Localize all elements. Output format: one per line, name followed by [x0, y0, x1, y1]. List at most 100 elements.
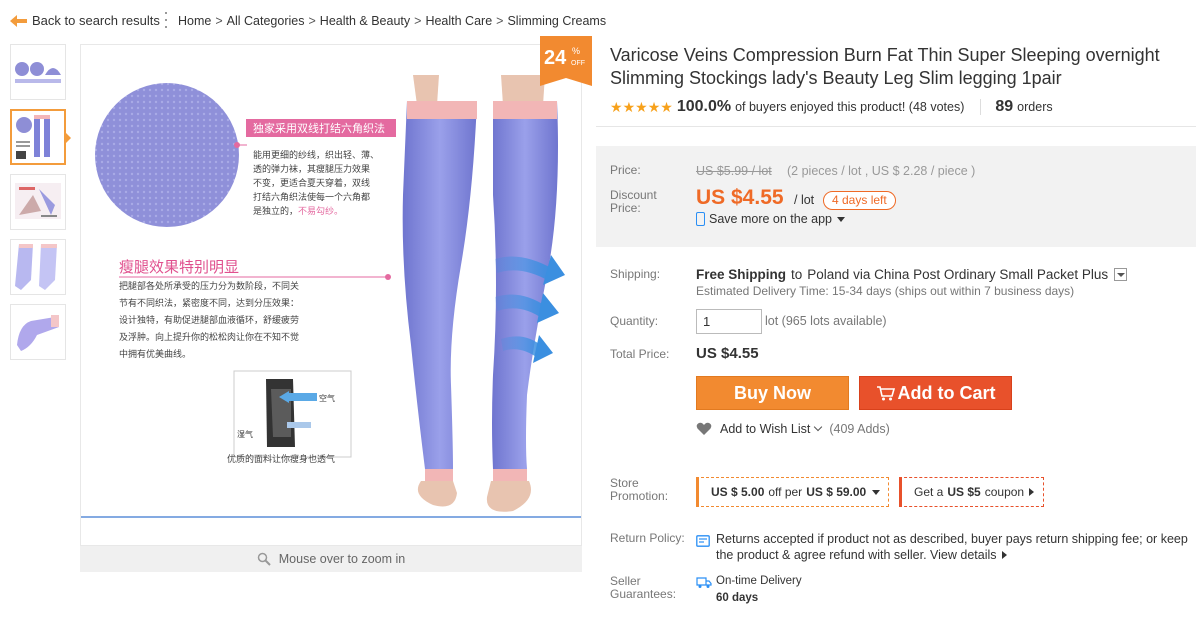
- nav-separator: [164, 12, 167, 28]
- rating-row: ★ ★ ★ ★ ★ 100.0% of buyers enjoyed this prod…: [610, 98, 1053, 116]
- free-shipping-text: Free Shipping: [696, 267, 787, 282]
- shipping-dropdown-icon[interactable]: [1114, 268, 1128, 281]
- divider: [980, 99, 982, 115]
- store-promotion-label: Store Promotion:: [610, 476, 669, 503]
- badge-off: OFF: [571, 60, 585, 67]
- callout-line-5: 是独立的，不易勾纱。: [253, 205, 343, 217]
- view-details-label: View details: [930, 548, 997, 562]
- app-savings-dropdown[interactable]: Save more on the app: [696, 212, 845, 226]
- quantity-available: lot (965 lots available): [765, 314, 887, 328]
- star-icon: ★: [610, 99, 623, 115]
- original-price: US $5.99 / lot: [696, 164, 772, 178]
- chevron-down-icon: [872, 489, 881, 495]
- wishlist-adds-count: (409 Adds): [829, 422, 890, 436]
- thumbnail-image: [15, 244, 57, 290]
- wishlist-label: Add to Wish List: [720, 422, 811, 436]
- return-policy-label: Return Policy:: [610, 531, 685, 545]
- thumbnail-image: [17, 315, 59, 351]
- thumbnail-2[interactable]: [10, 109, 66, 165]
- promo-discount-amount: US $ 5.00: [711, 485, 765, 499]
- rating-stars: ★ ★ ★ ★ ★: [610, 100, 673, 114]
- callout-line-4: 打结六角织法使每一个六角都: [253, 191, 370, 203]
- chevron-down-icon: [814, 422, 823, 432]
- per-piece-price: (2 pieces / lot , US $ 2.28 / piece ): [787, 164, 976, 178]
- breadcrumb-sep: >: [308, 14, 316, 28]
- thumbnail-image: [15, 62, 61, 83]
- chevron-right-icon: [1029, 488, 1035, 496]
- rating-text[interactable]: of buyers enjoyed this product! (48 vote…: [735, 100, 964, 114]
- body-line-1: 把腿部各处所承受的压力分为数阶段，不同关: [119, 280, 299, 292]
- truck-icon: [696, 577, 712, 588]
- phone-icon: [696, 212, 705, 226]
- add-to-cart-button[interactable]: Add to Cart: [859, 376, 1012, 410]
- price-label: Price:: [610, 163, 641, 177]
- callout-line-5a: 是独立的，: [253, 205, 298, 217]
- body-line-5: 中拥有优美曲线。: [119, 348, 191, 360]
- body-line-2: 节有不同织法，紧密度不同，达到分压效果：: [119, 297, 299, 309]
- product-photo: 独家采用双线打结六角织法 能用更细的纱线，织出轻、薄、 透的弹力袜，其瘦腿压力效…: [81, 75, 581, 518]
- fabric-caption: 优质的面料让你瘦身也透气: [227, 453, 335, 465]
- buy-now-button[interactable]: Buy Now: [696, 376, 849, 410]
- breadcrumb: Home > All Categories > Health & Beauty > Heal…: [178, 14, 606, 28]
- zoom-hint-text: Mouse over to zoom in: [278, 552, 406, 566]
- return-icon: [696, 535, 710, 547]
- zoom-hint-bar: Mouse over to zoom in: [80, 546, 582, 572]
- chevron-down-icon: [837, 216, 845, 222]
- quantity-input[interactable]: [696, 309, 762, 334]
- callout-title-text: 独家采用双线打结六角织法: [253, 121, 385, 135]
- return-policy-text: Returns accepted if product not as descr…: [716, 531, 1196, 563]
- thumbnail-1[interactable]: [10, 44, 66, 100]
- delivery-estimate: Estimated Delivery Time: 15-34 days (shi…: [696, 284, 1075, 298]
- star-icon: ★: [635, 99, 648, 115]
- thumbnail-image: [16, 115, 50, 159]
- air-label: 空气: [319, 393, 335, 403]
- total-price: US $4.55: [696, 345, 759, 362]
- body-line-4: 及浮肿。向上提升你的松松肉让你在不知不觉: [119, 331, 299, 343]
- shipping-label: Shipping:: [610, 267, 661, 281]
- callout-pink: 不易勾纱。: [298, 205, 343, 217]
- store-promotion-dropdown[interactable]: US $ 5.00 off per US $ 59.00: [696, 477, 889, 507]
- shipping-destination[interactable]: Poland via China Post Ordinary Small Pac…: [807, 267, 1108, 282]
- heart-icon: [696, 422, 712, 435]
- promo-mid-text: off per: [768, 485, 803, 499]
- active-thumbnail-caret: [66, 133, 71, 143]
- divider: [596, 126, 1196, 127]
- breadcrumb-slimming-creams[interactable]: Slimming Creams: [507, 14, 606, 28]
- back-arrow-icon: [10, 14, 27, 27]
- badge-percent-sign: %: [572, 46, 580, 56]
- discount-badge: 24 % OFF: [540, 36, 592, 86]
- total-price-label: Total Price:: [610, 347, 670, 361]
- coupon-suffix: coupon: [984, 485, 1025, 499]
- callout-line-2: 透的弹力袜，其瘦腿压力效果: [253, 163, 370, 175]
- back-to-search-link[interactable]: Back to search results: [10, 13, 160, 28]
- view-details-link[interactable]: View details: [930, 548, 1007, 562]
- thumbnail-list: [10, 44, 67, 369]
- thumbnail-4[interactable]: [10, 239, 66, 295]
- breadcrumb-sep: >: [496, 14, 504, 28]
- breadcrumb-health-care[interactable]: Health Care: [425, 14, 492, 28]
- shipping-to: to: [791, 267, 803, 282]
- star-icon: ★: [647, 99, 661, 115]
- cart-icon: [876, 386, 895, 401]
- back-label: Back to search results: [32, 13, 160, 28]
- breadcrumb-all-categories[interactable]: All Categories: [227, 14, 305, 28]
- coupon-prefix: Get a: [914, 485, 944, 499]
- add-to-wishlist-dropdown[interactable]: Add to Wish List (409 Adds): [696, 422, 890, 436]
- breadcrumb-health-beauty[interactable]: Health & Beauty: [320, 14, 410, 28]
- thumbnail-3[interactable]: [10, 174, 66, 230]
- breadcrumb-home[interactable]: Home: [178, 14, 211, 28]
- callout-line-1: 能用更细的纱线，织出轻、薄、: [253, 149, 379, 161]
- get-coupon-button[interactable]: Get a US $5 coupon: [899, 477, 1044, 507]
- body-line-3: 设计独特，有助促进腿部血液循环，舒缓疲劳: [119, 314, 299, 326]
- moisture-label: 湿气: [237, 429, 253, 439]
- main-product-image[interactable]: 独家采用双线打结六角织法 能用更细的纱线，织出轻、薄、 透的弹力袜，其瘦腿压力效…: [80, 44, 582, 546]
- magnifier-icon: [257, 552, 271, 566]
- top-nav: Back to search results Home > All Categori…: [0, 0, 1201, 40]
- per-lot-unit: / lot: [794, 193, 815, 207]
- buy-now-label: Buy Now: [733, 382, 811, 403]
- days-left-badge: 4 days left: [823, 191, 896, 210]
- price-panel: [596, 146, 1196, 247]
- discount-price: US $4.55: [696, 186, 784, 209]
- shipping-row: Free Shipping to Poland via China Post O…: [696, 267, 1128, 282]
- thumbnail-5[interactable]: [10, 304, 66, 360]
